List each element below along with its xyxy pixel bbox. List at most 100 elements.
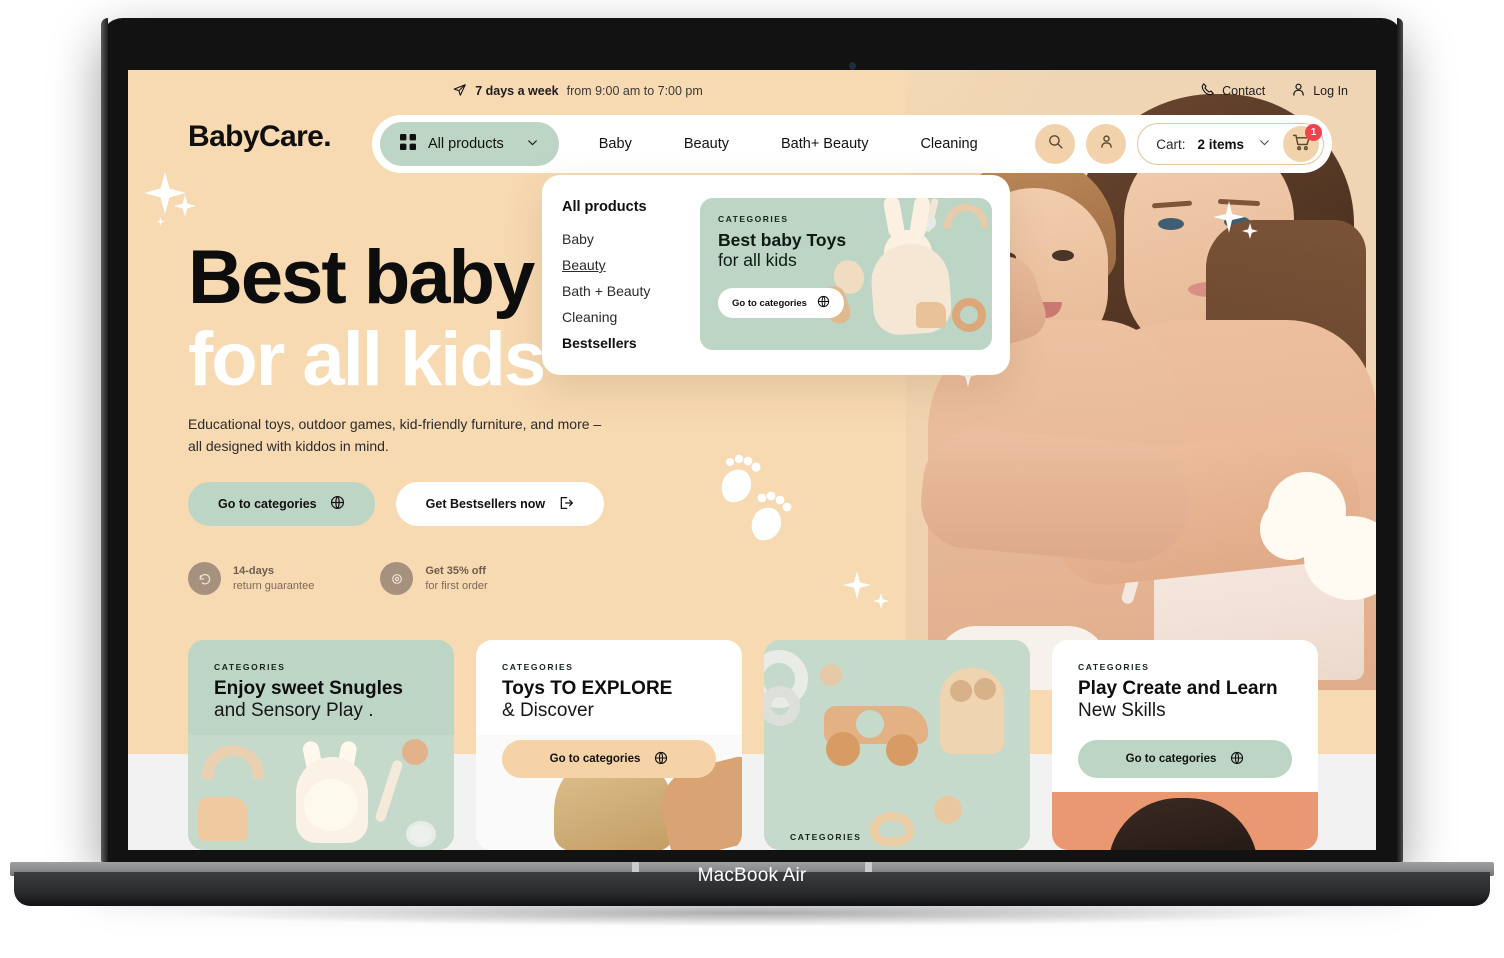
paper-plane-icon [453,83,467,100]
nav-link-beauty[interactable]: Beauty [684,136,729,152]
card-button-label: Go to categories [549,753,641,765]
hero-feature-badges: 14-days return guarantee Get 35% off for… [188,562,488,595]
card-title-line2: New Skills [1078,700,1166,721]
cart-items-count: 2 items [1197,136,1244,152]
feature-return-line1: 14-days [233,564,274,577]
card-go-to-categories-button[interactable]: Go to categories [502,740,716,778]
mega-menu-item-beauty[interactable]: Beauty [562,257,700,273]
sparkle-icon [1241,222,1259,240]
globe-icon [817,295,830,311]
card-eyebrow: CATEGORIES [502,662,574,672]
feature-return-text: 14-days return guarantee [233,564,314,594]
mega-menu-list: All products Baby Beauty Bath + Beauty C… [542,175,700,375]
discount-icon [380,562,414,595]
search-button[interactable] [1035,124,1076,164]
category-card-snugles[interactable]: CATEGORIES Enjoy sweet Snugles and Senso… [188,640,454,850]
laptop-shadow [180,900,1324,926]
cart-badge: 1 [1305,124,1322,141]
store-hours-times: from 9:00 am to 7:00 pm [566,84,703,98]
promo-title-line2: for all kids [718,250,797,270]
login-label: Log In [1313,84,1348,98]
card-title-line2: & Discover [502,700,594,721]
promo-button-label: Go to categories [732,297,807,309]
feature-discount-line2: for first order [425,579,488,592]
return-icon [188,562,221,595]
hero-secondary-cta-label: Get Bestsellers now [425,497,546,511]
mega-menu-title: All products [562,199,647,215]
category-card-toys-explore[interactable]: CATEGORIES Toys TO EXPLORE & Discover Go… [476,640,742,850]
category-card-wooden-toys[interactable]: CATEGORIES [764,640,1030,850]
card-eyebrow: CATEGORIES [214,662,286,672]
nav-link-baby[interactable]: Baby [599,136,632,152]
mega-menu-item-bath-beauty[interactable]: Bath + Beauty [562,283,700,299]
login-link[interactable]: Log In [1291,82,1348,100]
store-hours: 7 days a week from 9:00 am to 7:00 pm [128,70,1028,112]
main-navigation: BabyCare. All products Baby Beauty Bath+… [128,115,1376,175]
category-card-play-create-learn[interactable]: CATEGORIES Play Create and Learn New Ski… [1052,640,1318,850]
all-products-mega-menu: All products Baby Beauty Bath + Beauty C… [542,175,1010,375]
hero-heading-line1: Best baby [188,235,535,320]
globe-icon [330,495,345,513]
mega-menu-item-cleaning[interactable]: Cleaning [562,309,700,325]
contact-label: Contact [1222,84,1266,98]
mega-menu-item-baby[interactable]: Baby [562,231,700,247]
sparkle-icon [173,194,197,218]
hero-heading-line2: for all kids [188,317,546,402]
sparkle-icon [842,570,872,600]
hero-get-bestsellers-button[interactable]: Get Bestsellers now [395,482,605,526]
nav-pill: All products Baby Beauty Bath+ Beauty Cl… [372,115,1332,173]
chevron-down-icon [526,136,539,153]
hero-primary-cta-label: Go to categories [218,497,317,511]
card-title-line1: Toys TO EXPLORE [502,678,673,699]
globe-icon [654,751,668,768]
category-cards-row: CATEGORIES Enjoy sweet Snugles and Senso… [128,640,1376,850]
laptop-mockup: 7 days a week from 9:00 am to 7:00 pm Co… [0,0,1504,958]
nav-actions: Cart: 2 items 1 [1035,123,1324,165]
feature-discount-text: Get 35% off for first order [425,564,487,594]
card-button-label: Go to categories [1125,753,1217,765]
card-title-line1: Play Create and Learn [1078,678,1278,699]
feature-return-guarantee: 14-days return guarantee [188,562,314,595]
grid-icon [400,134,416,154]
card-image-wooden-toys [764,640,1030,850]
account-button[interactable] [1086,124,1127,164]
mega-menu-promo-card[interactable]: CATEGORIES Best baby Toys for all kids G… [700,198,992,350]
globe-icon [1230,751,1244,768]
promo-title-line1: Best baby Toys [718,230,847,250]
utility-top-bar: 7 days a week from 9:00 am to 7:00 pm Co… [128,70,1376,112]
card-image-snugles [188,735,454,850]
hero-go-to-categories-button[interactable]: Go to categories [188,482,375,526]
nav-link-bath-beauty[interactable]: Bath+ Beauty [781,136,868,152]
mega-menu-item-bestsellers[interactable]: Bestsellers [562,335,700,351]
phone-icon [1200,82,1215,100]
sparkle-icon [872,592,890,610]
all-products-dropdown-button[interactable]: All products [380,122,559,166]
device-label: MacBook Air [697,865,807,886]
nav-links: Baby Beauty Bath+ Beauty Cleaning [599,136,978,152]
feature-discount-line1: Get 35% off [425,564,486,577]
card-eyebrow: CATEGORIES [1078,662,1150,672]
search-icon [1047,133,1064,155]
hero-description: Educational toys, outdoor games, kid-fri… [188,416,602,454]
feature-return-line2: return guarantee [233,579,315,592]
sparkle-icon [156,217,165,226]
webcam-icon [849,62,856,70]
hero-heading: Best baby for all kids [188,235,546,402]
cart-button[interactable]: Cart: 2 items 1 [1137,123,1324,165]
brand-logo[interactable]: BabyCare. [188,120,332,154]
feature-discount: Get 35% off for first order [380,562,488,595]
promo-toys-image [820,198,992,350]
cart-icon-wrapper[interactable]: 1 [1283,124,1322,162]
card-go-to-categories-button[interactable]: Go to categories [1078,740,1292,778]
contact-link[interactable]: Contact [1200,82,1265,100]
card-image-play-create-learn [1052,792,1318,850]
card-title-line2: and Sensory Play . [214,700,374,721]
promo-go-to-categories-button[interactable]: Go to categories [718,288,844,318]
hero-cta-group: Go to categories Get Bestsellers now [188,482,605,526]
cart-prefix: Cart: [1156,136,1186,152]
card-title-line1: Enjoy sweet Snugles [214,678,403,699]
webpage: 7 days a week from 9:00 am to 7:00 pm Co… [128,70,1376,850]
browser-viewport: 7 days a week from 9:00 am to 7:00 pm Co… [128,70,1376,850]
chevron-down-icon[interactable] [1258,136,1271,152]
nav-link-cleaning[interactable]: Cleaning [920,136,977,152]
